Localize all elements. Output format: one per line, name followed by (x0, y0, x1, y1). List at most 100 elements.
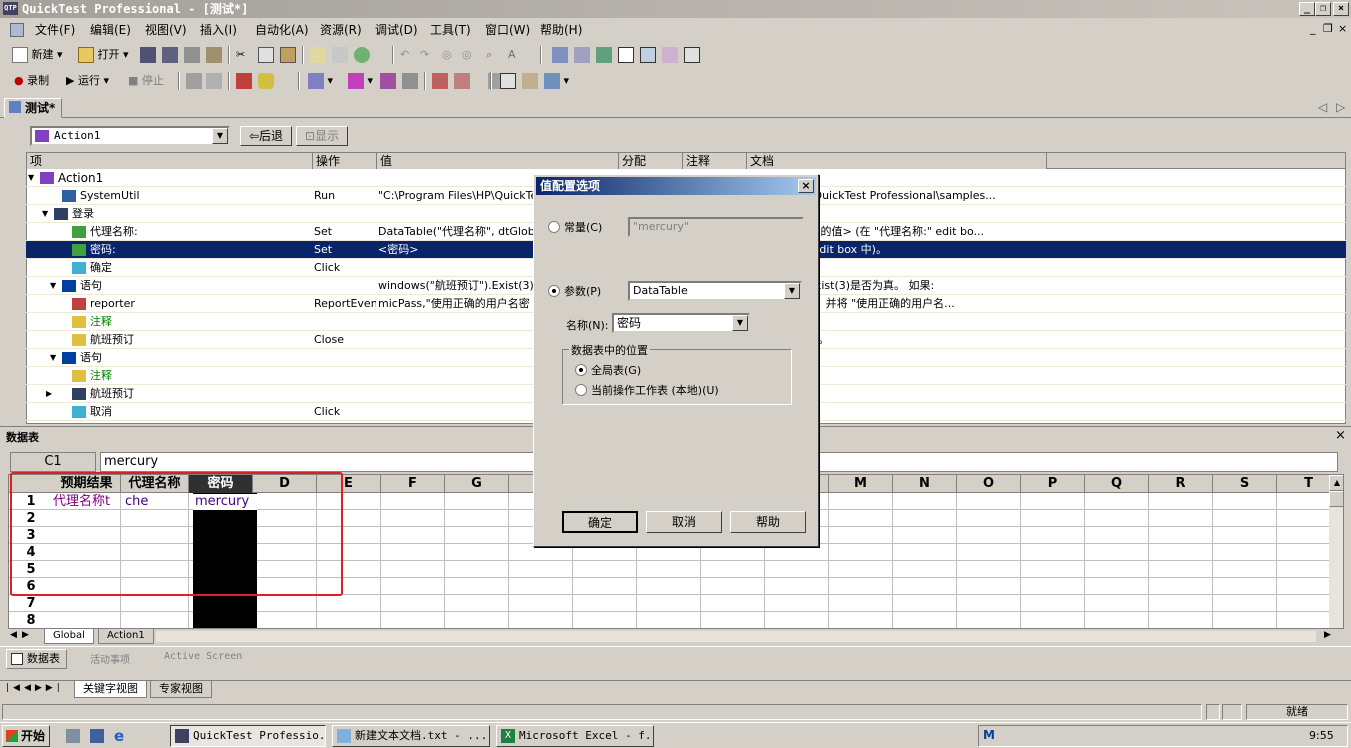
expand-toggle-icon[interactable]: ▼ (50, 277, 56, 295)
paste-icon[interactable] (280, 46, 296, 64)
col-header-item[interactable]: 项 (27, 153, 313, 169)
sheet-nav-right-icon[interactable]: ▶ (22, 630, 29, 640)
menu-file[interactable]: 文件(F) (35, 22, 75, 38)
insert-step-icon[interactable]: ▾ (308, 72, 333, 90)
step-over-icon[interactable] (454, 72, 470, 90)
start-button[interactable]: 开始 (2, 725, 50, 747)
parameter-name-select[interactable]: 密码 ▼ (612, 313, 750, 333)
ie-icon[interactable]: e (114, 727, 124, 745)
tab-active-screen[interactable]: Active Screen (146, 651, 242, 662)
step-into-icon[interactable] (432, 72, 448, 90)
dialog-close-button[interactable]: × (798, 179, 814, 193)
tab-keyword-view[interactable]: 关键字视图 (74, 681, 147, 698)
row-header[interactable]: 7 (9, 595, 53, 612)
stop-button[interactable]: ■ 停止 (128, 72, 164, 90)
expand-toggle-icon[interactable]: ▼ (42, 205, 48, 223)
col-header-f[interactable]: F (381, 475, 445, 493)
sheet-nav-left-icon[interactable]: ◀ (10, 630, 17, 640)
col-header-n[interactable]: N (893, 475, 957, 493)
print-preview-icon[interactable] (206, 46, 222, 64)
save-all-icon[interactable] (162, 46, 178, 64)
split-action-icon[interactable] (402, 72, 418, 90)
horizontal-scrollbar[interactable] (156, 631, 1316, 642)
col-header-comment[interactable]: 注释 (683, 153, 747, 169)
tab-test[interactable]: 测试* (4, 98, 63, 118)
scroll-up-icon[interactable]: ▲ (1329, 475, 1343, 491)
quicklaunch-icon-1[interactable] (66, 729, 80, 743)
tab-scroll-right-icon[interactable]: ▷ (1336, 100, 1345, 114)
menu-insert[interactable]: 插入(I) (200, 22, 237, 38)
redo-icon[interactable]: ↷ (420, 46, 429, 64)
tab-datatable[interactable]: 数据表 (6, 649, 67, 669)
call-action-icon[interactable] (380, 72, 396, 90)
ok-button[interactable]: 确定 (562, 511, 638, 533)
mdi-minimize-icon[interactable]: _ (1310, 22, 1316, 35)
show-button[interactable]: ⊡显示 (296, 126, 348, 146)
mdi-close-icon[interactable]: × (1338, 22, 1347, 35)
menu-help[interactable]: 帮助(H) (540, 22, 582, 38)
edit-step-icon[interactable] (310, 46, 326, 64)
new-button[interactable]: 新建 ▾ (12, 46, 63, 64)
chevron-down-icon[interactable]: ▼ (732, 315, 748, 331)
tab-scroll-left-icon[interactable]: ◁ (1318, 100, 1327, 114)
zoom-icon[interactable]: ⌕ (486, 46, 492, 64)
col-header-s[interactable]: S (1213, 475, 1277, 493)
low-level-record-icon[interactable] (206, 72, 222, 90)
local-sheet-radio[interactable] (575, 384, 587, 396)
menu-edit[interactable]: 编辑(E) (90, 22, 131, 38)
col-header-r[interactable]: R (1149, 475, 1213, 493)
info-pane-icon[interactable] (684, 46, 700, 64)
quicklaunch-desktop-icon[interactable] (90, 729, 104, 743)
cut-icon[interactable]: ✂ (236, 46, 245, 64)
active-screen-icon[interactable] (640, 46, 656, 64)
analog-record-icon[interactable] (186, 72, 202, 90)
copy-icon[interactable] (258, 46, 274, 64)
settings-icon[interactable]: ▾ (544, 72, 569, 90)
row-header[interactable]: 8 (9, 612, 53, 628)
col-header-operation[interactable]: 操作 (313, 153, 377, 169)
sheet-tab-action1[interactable]: Action1 (98, 629, 154, 644)
close-icon[interactable]: × (1335, 428, 1346, 443)
cancel-button[interactable]: 取消 (646, 511, 722, 533)
results-icon[interactable] (500, 72, 516, 90)
breakpoint-icon[interactable] (236, 72, 252, 90)
object-repo-icon[interactable] (552, 46, 568, 64)
record-button[interactable]: ● 录制 (14, 72, 49, 90)
insert-action-icon[interactable]: ▾ (348, 72, 373, 90)
find-icon[interactable]: ◎ (442, 46, 452, 64)
parameter-type-select[interactable]: DataTable ▼ (628, 281, 802, 301)
tab-activity[interactable]: 活动事项 (72, 651, 130, 666)
col-header-g[interactable]: G (445, 475, 509, 493)
taskbar-notepad[interactable]: 新建文本文档.txt - ... (332, 725, 490, 747)
properties-icon[interactable] (332, 46, 348, 64)
debug-viewer-icon[interactable] (662, 46, 678, 64)
hscroll-right-icon[interactable]: ▶ (1324, 630, 1331, 640)
checkpoint-icon[interactable] (596, 46, 612, 64)
font-icon[interactable]: A (508, 46, 516, 64)
vertical-scrollbar[interactable]: ▲ (1329, 475, 1343, 628)
chevron-down-icon[interactable]: ▼ (212, 128, 228, 144)
print-icon[interactable] (184, 46, 200, 64)
help-button[interactable]: 帮助 (730, 511, 806, 533)
mdi-restore-icon[interactable]: ❐ (1323, 22, 1333, 35)
undo-icon[interactable]: ↶ (400, 46, 409, 64)
expand-toggle-icon[interactable]: ▼ (50, 349, 56, 367)
menu-resources[interactable]: 资源(R) (320, 22, 362, 38)
col-header-p[interactable]: P (1021, 475, 1085, 493)
parameter-radio[interactable] (548, 285, 560, 297)
tab-expert-view[interactable]: 专家视图 (150, 681, 212, 698)
menu-tools[interactable]: 工具(T) (430, 22, 471, 38)
chevron-down-icon[interactable]: ▼ (784, 283, 800, 299)
scroll-thumb[interactable] (1329, 491, 1343, 507)
col-header-o[interactable]: O (957, 475, 1021, 493)
save-icon[interactable] (140, 46, 156, 64)
minimize-button[interactable]: _ (1299, 2, 1315, 16)
sheet-tab-global[interactable]: Global (44, 629, 94, 644)
constant-radio[interactable] (548, 221, 560, 233)
restore-button[interactable]: ❐ (1315, 2, 1331, 16)
replace-icon[interactable]: ◎ (462, 46, 472, 64)
object-spy-icon[interactable] (574, 46, 590, 64)
menu-automation[interactable]: 自动化(A) (255, 22, 309, 38)
menu-debug[interactable]: 调试(D) (375, 22, 418, 38)
options-icon[interactable] (522, 72, 538, 90)
